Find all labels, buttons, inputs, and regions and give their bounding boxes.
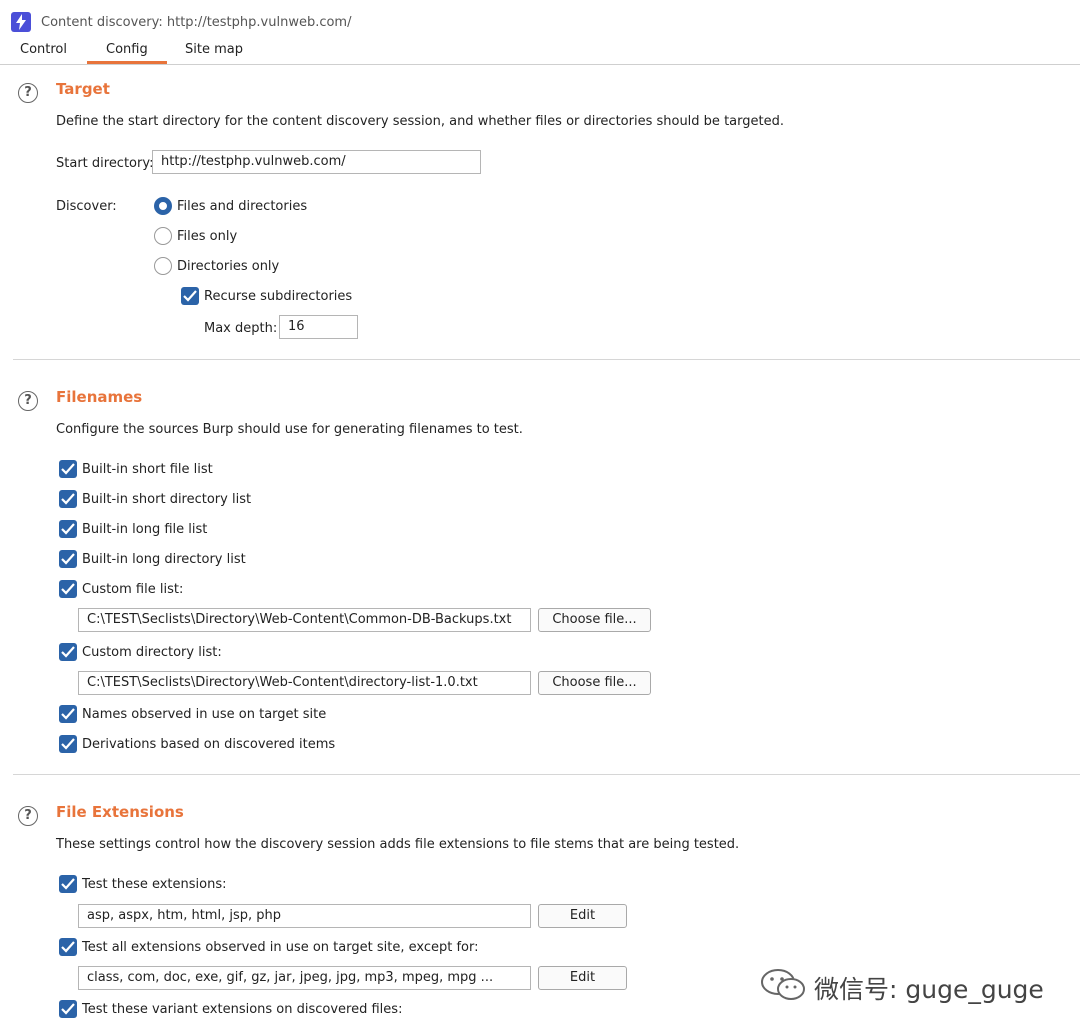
target-section-title: Target bbox=[56, 80, 110, 98]
builtin-short-dir-label[interactable]: Built-in short directory list bbox=[82, 492, 251, 507]
variant-extensions-label[interactable]: Test these variant extensions on discove… bbox=[82, 1002, 402, 1017]
choose-file-button[interactable]: Choose file... bbox=[538, 608, 651, 632]
tab-control[interactable]: Control bbox=[20, 42, 67, 57]
tab-bar: Control Config Site map bbox=[0, 37, 1080, 65]
file-extensions-description: These settings control how the discovery… bbox=[56, 837, 740, 852]
builtin-long-dir-checkbox[interactable] bbox=[59, 550, 77, 568]
names-observed-checkbox[interactable] bbox=[59, 705, 77, 723]
builtin-short-file-label[interactable]: Built-in short file list bbox=[82, 462, 213, 477]
radio-directories-only-label[interactable]: Directories only bbox=[177, 259, 279, 274]
help-icon[interactable]: ? bbox=[18, 83, 38, 103]
filenames-description: Configure the sources Burp should use fo… bbox=[56, 422, 523, 437]
wechat-logo-icon bbox=[761, 969, 805, 1000]
edit-button[interactable]: Edit bbox=[538, 904, 627, 928]
section-divider bbox=[13, 359, 1080, 360]
builtin-long-dir-label[interactable]: Built-in long directory list bbox=[82, 552, 246, 567]
custom-directory-list-checkbox[interactable] bbox=[59, 643, 77, 661]
window-title: Content discovery: http://testphp.vulnwe… bbox=[41, 15, 352, 30]
choose-file-button[interactable]: Choose file... bbox=[538, 671, 651, 695]
help-icon[interactable]: ? bbox=[18, 391, 38, 411]
radio-files-only-label[interactable]: Files only bbox=[177, 229, 237, 244]
file-extensions-section-title: File Extensions bbox=[56, 803, 184, 821]
radio-directories-only[interactable] bbox=[154, 257, 172, 275]
edit-button[interactable]: Edit bbox=[538, 966, 627, 990]
discover-label: Discover: bbox=[56, 199, 117, 214]
target-description: Define the start directory for the conte… bbox=[56, 114, 784, 129]
names-observed-label[interactable]: Names observed in use on target site bbox=[82, 707, 326, 722]
watermark-text: 微信号: guge_guge bbox=[814, 975, 1044, 1004]
start-directory-input[interactable]: http://testphp.vulnweb.com/ bbox=[152, 150, 481, 174]
custom-directory-list-path-input[interactable]: C:\TEST\Seclists\Directory\Web-Content\d… bbox=[78, 671, 531, 695]
filenames-section-title: Filenames bbox=[56, 388, 143, 406]
radio-files-only[interactable] bbox=[154, 227, 172, 245]
active-tab-indicator bbox=[87, 61, 167, 64]
recurse-subdirectories-checkbox[interactable] bbox=[181, 287, 199, 305]
help-icon[interactable]: ? bbox=[18, 806, 38, 826]
builtin-short-dir-checkbox[interactable] bbox=[59, 490, 77, 508]
custom-file-list-label[interactable]: Custom file list: bbox=[82, 582, 183, 597]
burp-app-icon bbox=[11, 12, 31, 32]
test-observed-extensions-checkbox[interactable] bbox=[59, 938, 77, 956]
tab-config[interactable]: Config bbox=[106, 42, 148, 57]
test-these-extensions-label[interactable]: Test these extensions: bbox=[82, 877, 227, 892]
derivations-label[interactable]: Derivations based on discovered items bbox=[82, 737, 335, 752]
radio-files-and-directories[interactable] bbox=[154, 197, 172, 215]
max-depth-input[interactable]: 16 bbox=[279, 315, 358, 339]
derivations-checkbox[interactable] bbox=[59, 735, 77, 753]
excluded-extensions-input[interactable]: class, com, doc, exe, gif, gz, jar, jpeg… bbox=[78, 966, 531, 990]
start-directory-label: Start directory: bbox=[56, 156, 154, 171]
variant-extensions-checkbox[interactable] bbox=[59, 1000, 77, 1018]
builtin-short-file-checkbox[interactable] bbox=[59, 460, 77, 478]
builtin-long-file-checkbox[interactable] bbox=[59, 520, 77, 538]
section-divider bbox=[13, 774, 1080, 775]
radio-files-and-directories-label[interactable]: Files and directories bbox=[177, 199, 307, 214]
tab-site-map[interactable]: Site map bbox=[185, 42, 243, 57]
max-depth-label: Max depth: bbox=[204, 321, 278, 336]
custom-file-list-checkbox[interactable] bbox=[59, 580, 77, 598]
test-observed-extensions-label[interactable]: Test all extensions observed in use on t… bbox=[82, 940, 478, 955]
wechat-watermark: 微信号: guge_guge bbox=[760, 966, 1060, 1006]
test-these-extensions-input[interactable]: asp, aspx, htm, html, jsp, php bbox=[78, 904, 531, 928]
test-these-extensions-checkbox[interactable] bbox=[59, 875, 77, 893]
builtin-long-file-label[interactable]: Built-in long file list bbox=[82, 522, 207, 537]
custom-file-list-path-input[interactable]: C:\TEST\Seclists\Directory\Web-Content\C… bbox=[78, 608, 531, 632]
recurse-subdirectories-label[interactable]: Recurse subdirectories bbox=[204, 289, 352, 304]
custom-directory-list-label[interactable]: Custom directory list: bbox=[82, 645, 222, 660]
title-bar: Content discovery: http://testphp.vulnwe… bbox=[0, 0, 1080, 40]
